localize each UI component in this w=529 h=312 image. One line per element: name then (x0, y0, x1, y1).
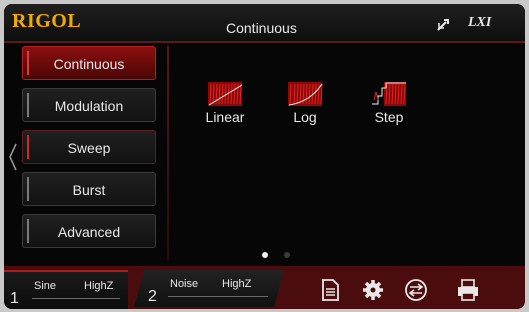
sweep-label: Log (293, 109, 317, 125)
top-bar: RIGOL Continuous LXI (4, 4, 525, 42)
channel-number: 1 (10, 290, 19, 307)
panel-divider (167, 46, 169, 260)
step-sweep-icon (372, 82, 406, 106)
bottom-bar: 1 Sine HighZ 2 Noise HighZ (4, 266, 525, 309)
menu-item-label: Modulation (54, 98, 124, 114)
file-icon[interactable] (318, 278, 342, 302)
channel-underline (32, 298, 120, 299)
menu-item-label: Advanced (57, 224, 121, 240)
page-title: Continuous (226, 20, 297, 36)
sweep-step-button[interactable]: Step (359, 80, 419, 125)
menu-item-modulation[interactable]: Modulation (22, 88, 156, 122)
page-dot-active[interactable] (262, 252, 268, 258)
usb-icon (437, 19, 449, 31)
collapse-left-arrow-icon[interactable] (8, 142, 18, 172)
menu-item-sweep[interactable]: Sweep (22, 130, 156, 164)
sweep-label: Step (374, 109, 404, 125)
channel-waveform: Noise (170, 278, 199, 290)
channel-impedance: HighZ (84, 280, 114, 292)
instrument-screen: RIGOL Continuous LXI Continuous Modulati… (4, 4, 525, 309)
linear-sweep-icon (208, 82, 243, 106)
sweep-linear-button[interactable]: Linear (195, 80, 255, 125)
channel-impedance: HighZ (222, 278, 252, 290)
menu-item-label: Burst (72, 182, 106, 198)
channel-switch-icon[interactable] (404, 278, 428, 302)
channel-underline (168, 296, 268, 297)
menu-item-label: Sweep (67, 140, 111, 156)
lxi-label: LXI (468, 15, 492, 30)
channel-waveform: Sine (34, 280, 57, 292)
top-bar-divider (4, 41, 525, 43)
settings-gear-icon[interactable] (361, 278, 385, 302)
menu-item-continuous[interactable]: Continuous (22, 46, 156, 80)
printer-icon[interactable] (456, 278, 480, 302)
log-sweep-icon (288, 82, 323, 106)
sweep-label: Linear (205, 109, 245, 125)
device-frame: RIGOL Continuous LXI Continuous Modulati… (0, 0, 529, 312)
menu-item-burst[interactable]: Burst (22, 172, 156, 206)
rigol-logo: RIGOL (12, 10, 82, 32)
menu-item-label: Continuous (53, 56, 125, 72)
page-dot[interactable] (284, 252, 290, 258)
channel-1-tab[interactable]: 1 Sine HighZ (4, 270, 128, 309)
channel-number: 2 (148, 288, 157, 305)
sweep-log-button[interactable]: Log (275, 80, 335, 125)
channel-2-tab[interactable]: 2 Noise HighZ (134, 270, 284, 307)
menu-item-advanced[interactable]: Advanced (22, 214, 156, 248)
